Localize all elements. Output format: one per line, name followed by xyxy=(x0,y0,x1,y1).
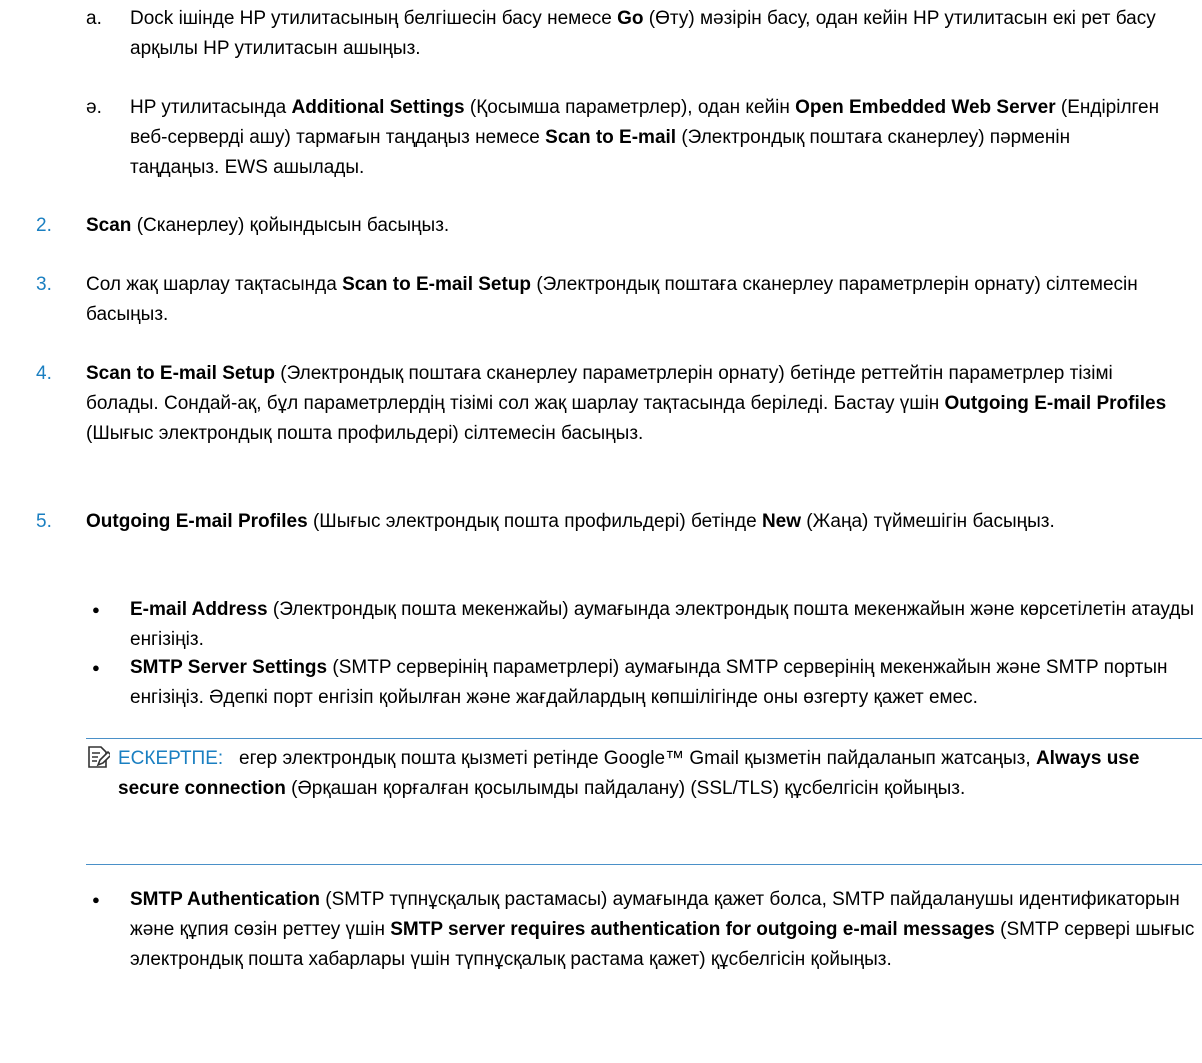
bullet-dot: ● xyxy=(92,660,100,675)
substep-marker: а. xyxy=(86,8,102,29)
bullet-dot: ● xyxy=(92,892,100,907)
bullet-text: E-mail Address (Электрондық пошта мекенж… xyxy=(130,599,1195,650)
note-label: ЕСКЕРТПЕ: xyxy=(118,748,224,769)
document-page: а. Dock ішінде HP утилитасының белгішесі… xyxy=(0,0,1202,1063)
substep-text: HP утилитасында Additional Settings (Қос… xyxy=(130,97,1160,178)
note-pencil-icon xyxy=(88,746,110,768)
step-number: 3. xyxy=(36,274,52,295)
step-number: 5. xyxy=(36,511,52,532)
step-text: Сол жақ шарлау тақтасында Scan to E-mail… xyxy=(86,274,1138,325)
note-text: егер электрондық пошта қызметі ретінде G… xyxy=(118,748,1140,799)
step-text: Outgoing E-mail Profiles (Шығыс электрон… xyxy=(86,511,1055,532)
bullet-dot: ● xyxy=(92,602,100,617)
step-number: 4. xyxy=(36,363,52,384)
bullet-text: SMTP Server Settings (SMTP серверінің па… xyxy=(130,657,1168,708)
substep-text: Dock ішінде HP утилитасының белгішесін б… xyxy=(130,8,1156,59)
substep-marker: ә. xyxy=(86,97,102,118)
note-content: ЕСКЕРТПЕ: егер электрондық пошта қызметі… xyxy=(118,744,1178,804)
step-number: 2. xyxy=(36,215,52,236)
step-text: Scan (Сканерлеу) қойындысын басыңыз. xyxy=(86,215,450,236)
step-text: Scan to E-mail Setup (Электрондық поштағ… xyxy=(86,363,1167,444)
note-box: ЕСКЕРТПЕ: егер электрондық пошта қызметі… xyxy=(86,738,1202,865)
bullet-text: SMTP Authentication (SMTP түпнұсқалық ра… xyxy=(130,889,1195,970)
